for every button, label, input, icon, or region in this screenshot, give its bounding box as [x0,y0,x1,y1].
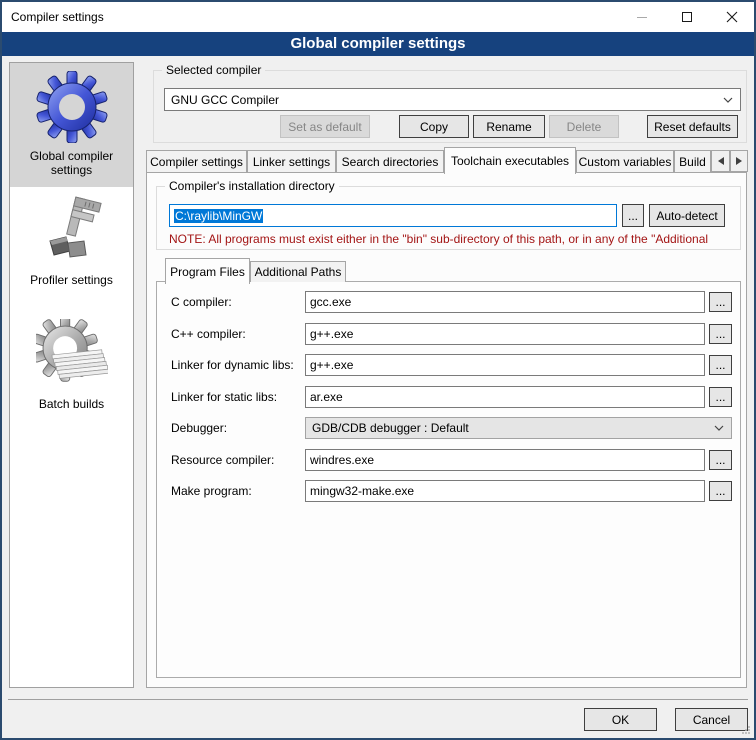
tab-linker-settings[interactable]: Linker settings [247,150,336,172]
tab-toolchain-executables[interactable]: Toolchain executables [444,147,576,174]
browse-directory-button[interactable]: ... [622,204,644,227]
debugger-select[interactable]: GDB/CDB debugger : Default [305,417,732,439]
arrow-left-icon [718,157,724,165]
sidebar-item-global-compiler-settings[interactable]: Global compiler settings [10,63,133,187]
tab-compiler-settings[interactable]: Compiler settings [146,150,247,172]
auto-detect-button[interactable]: Auto-detect [649,204,725,227]
compiler-select[interactable]: GNU GCC Compiler [164,88,741,111]
chevron-down-icon [714,425,724,431]
resource-compiler-label: Resource compiler: [171,449,274,471]
program-files-page: C compiler: gcc.exe ... C++ compiler: g+… [156,281,741,678]
maximize-icon [682,12,692,22]
static-linker-label: Linker for static libs: [171,386,277,408]
tab-custom-variables[interactable]: Custom variables [576,150,674,172]
make-program-input[interactable]: mingw32-make.exe [305,480,705,502]
installation-directory-input[interactable]: C:\raylib\MinGW [169,204,617,227]
subtab-program-files[interactable]: Program Files [165,258,250,284]
arrow-right-icon [736,157,742,165]
cpp-compiler-label: C++ compiler: [171,323,246,345]
batch-builds-icon [36,319,108,391]
dynamic-linker-label: Linker for dynamic libs: [171,354,294,376]
cpp-compiler-input[interactable]: g++.exe [305,323,705,345]
sidebar-item-label: Profiler settings [26,273,117,287]
tab-scroll-right-button[interactable] [730,150,748,172]
selected-compiler-group-label: Selected compiler [162,63,265,77]
sidebar-item-profiler-settings[interactable]: Profiler settings [10,187,133,311]
tab-build-options[interactable]: Build [674,150,711,172]
minimize-icon [637,17,647,18]
delete-button[interactable]: Delete [549,115,619,138]
blue-gear-icon [36,71,108,143]
sidebar-item-label: Batch builds [35,397,108,411]
installation-note: NOTE: All programs must exist either in … [169,232,737,246]
c-compiler-label: C compiler: [171,291,232,313]
static-linker-browse-button[interactable]: ... [709,387,732,407]
compiler-settings-dialog: Compiler settings Global compiler settin… [0,0,756,740]
resource-compiler-browse-button[interactable]: ... [709,450,732,470]
footer-divider [8,699,748,700]
chevron-down-icon [723,97,733,103]
make-program-browse-button[interactable]: ... [709,481,732,501]
set-as-default-button[interactable]: Set as default [280,115,370,138]
settings-category-list: Global compiler settings Profiler settin… [9,62,134,688]
tab-scroll-left-button[interactable] [711,150,730,172]
tab-search-directories[interactable]: Search directories [336,150,444,172]
rename-button[interactable]: Rename [473,115,545,138]
ok-button[interactable]: OK [584,708,657,731]
window-titlebar[interactable]: Compiler settings [2,2,754,32]
c-compiler-browse-button[interactable]: ... [709,292,732,312]
installation-directory-group-label: Compiler's installation directory [165,179,339,193]
window-title: Compiler settings [11,2,104,32]
subtab-additional-paths[interactable]: Additional Paths [250,261,346,282]
copy-button[interactable]: Copy [399,115,469,138]
minimize-button[interactable] [619,2,664,32]
cancel-button[interactable]: Cancel [675,708,748,731]
close-icon [726,11,738,23]
reset-defaults-button[interactable]: Reset defaults [647,115,738,138]
debugger-label: Debugger: [171,417,227,439]
resource-compiler-input[interactable]: windres.exe [305,449,705,471]
sidebar-item-batch-builds[interactable]: Batch builds [10,311,133,435]
caliper-icon [36,195,108,267]
static-linker-input[interactable]: ar.exe [305,386,705,408]
resize-grip[interactable] [741,725,751,735]
cpp-compiler-browse-button[interactable]: ... [709,324,732,344]
dialog-page-title: Global compiler settings [2,32,754,56]
maximize-button[interactable] [664,2,709,32]
selected-compiler-group: Selected compiler GNU GCC Compiler Set a… [153,70,747,143]
close-button[interactable] [709,2,754,32]
make-program-label: Make program: [171,480,252,502]
installation-directory-group: Compiler's installation directory C:\ray… [156,186,741,250]
dynamic-linker-browse-button[interactable]: ... [709,355,732,375]
c-compiler-input[interactable]: gcc.exe [305,291,705,313]
selected-path-text: C:\raylib\MinGW [174,209,263,223]
dynamic-linker-input[interactable]: g++.exe [305,354,705,376]
compiler-select-value: GNU GCC Compiler [171,93,279,107]
sidebar-item-label: Global compiler settings [10,149,133,177]
